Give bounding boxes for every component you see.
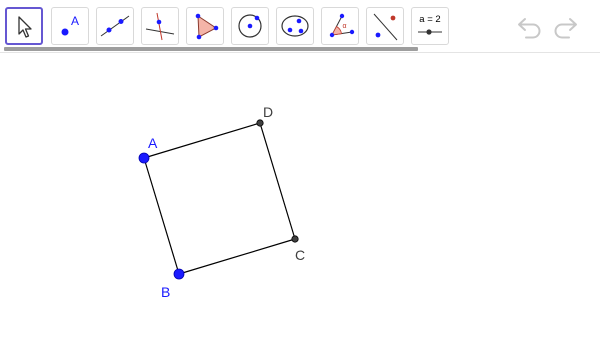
point-icon: A <box>61 14 79 36</box>
point-tool-button[interactable]: A <box>51 7 89 45</box>
graphics-view[interactable]: A B C D <box>0 53 600 350</box>
point-d[interactable] <box>256 119 264 127</box>
point-d-label[interactable]: D <box>263 104 273 120</box>
point-a-label[interactable]: A <box>148 135 158 151</box>
point-a[interactable] <box>138 152 150 164</box>
angle-tool-button[interactable]: α <box>321 7 359 45</box>
slider-tool-button[interactable]: a = 2 <box>411 7 449 45</box>
conic-tool-button[interactable] <box>276 7 314 45</box>
undo-button[interactable] <box>515 11 545 41</box>
angle-icon-label: α <box>343 23 347 30</box>
perpendicular-line-tool-button[interactable] <box>141 7 179 45</box>
slider-icon-label: a = 2 <box>419 14 440 25</box>
reflect-about-line-icon <box>373 13 398 41</box>
redo-button[interactable] <box>550 11 580 41</box>
segment-ab[interactable] <box>143 157 180 275</box>
segment-da[interactable] <box>143 122 261 159</box>
toolbar: A α a = 2 <box>0 0 600 53</box>
undo-icon <box>518 18 541 39</box>
point-c-label[interactable]: C <box>295 247 305 263</box>
ellipse-icon <box>281 15 309 37</box>
line-through-two-points-icon <box>100 15 130 37</box>
redo-icon <box>554 18 577 39</box>
point-c[interactable] <box>291 235 299 243</box>
segment-cd[interactable] <box>259 122 296 240</box>
move-tool-button[interactable] <box>5 7 43 45</box>
reflect-tool-button[interactable] <box>366 7 404 45</box>
slider-icon: a = 2 <box>418 14 442 35</box>
perpendicular-line-icon <box>145 12 175 41</box>
circle-with-center-icon <box>238 14 262 38</box>
cursor-arrow-icon <box>18 16 32 38</box>
segment-bc[interactable] <box>178 238 296 275</box>
polygon-tool-button[interactable] <box>186 7 224 45</box>
point-b-label[interactable]: B <box>161 284 170 300</box>
point-b[interactable] <box>173 268 185 280</box>
geogebra-app: A α a = 2 A B C D <box>0 0 600 350</box>
toolbar-scrollbar[interactable] <box>4 47 418 51</box>
angle-icon: α <box>329 13 355 38</box>
line-tool-button[interactable] <box>96 7 134 45</box>
point-icon-label: A <box>71 14 79 28</box>
circle-tool-button[interactable] <box>231 7 269 45</box>
polygon-icon <box>195 13 219 40</box>
